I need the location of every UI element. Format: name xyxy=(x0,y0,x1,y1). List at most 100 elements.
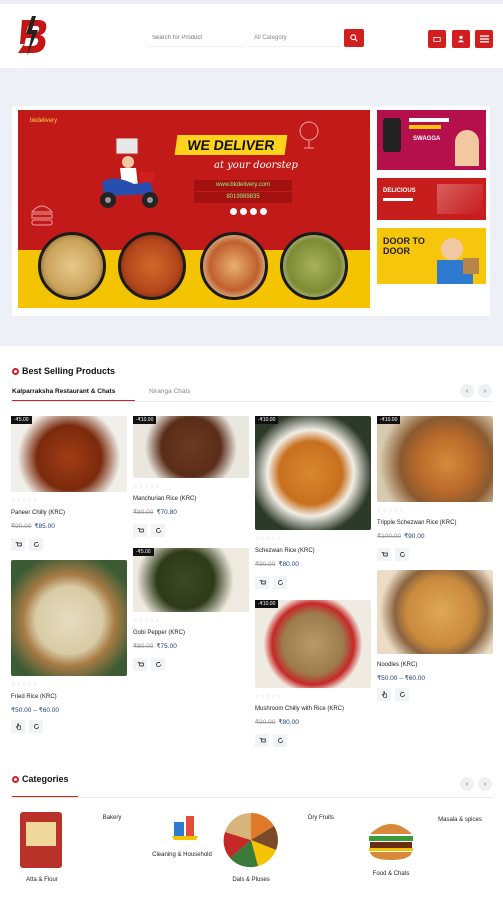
product-image[interactable] xyxy=(133,548,249,612)
product-image[interactable] xyxy=(133,416,249,478)
add-to-cart-button[interactable] xyxy=(11,538,25,551)
site-header: All Category xyxy=(0,0,503,68)
product-name[interactable]: Fried Rice (KRC) xyxy=(11,694,57,700)
categories-prev-button[interactable]: ‹ xyxy=(460,777,474,791)
cart-icon xyxy=(15,541,22,547)
product-image[interactable] xyxy=(11,416,127,492)
discount-badge: -₹10.00 xyxy=(377,416,401,424)
tab-divider xyxy=(10,401,493,402)
category-dry-fruits[interactable]: Dry Fruits xyxy=(291,815,351,821)
cart-button[interactable] xyxy=(428,30,446,48)
banner-brand: bkdelivery xyxy=(30,118,58,124)
categories-title: Categories xyxy=(12,774,69,784)
product-name[interactable]: Noodles (KRC) xyxy=(377,662,417,668)
category-food-chats[interactable]: Food & Chats xyxy=(361,871,421,877)
search-bar: All Category xyxy=(148,29,366,49)
refresh-icon xyxy=(33,541,39,548)
product-actions xyxy=(255,734,287,747)
add-to-cart-button[interactable] xyxy=(377,548,391,561)
burger-doodle-icon xyxy=(30,205,54,226)
facebook-icon[interactable] xyxy=(230,208,237,215)
cart-icon xyxy=(137,527,144,533)
banner-tagline: at your doorstep xyxy=(214,160,298,171)
products-next-button[interactable]: › xyxy=(478,384,492,398)
category-select[interactable]: All Category xyxy=(248,29,342,47)
product-image[interactable] xyxy=(255,600,371,688)
dals-pulses-image[interactable] xyxy=(222,812,280,868)
tab-kalparraksha[interactable]: Kalparraksha Restaurant & Chats xyxy=(12,388,115,395)
compare-button[interactable] xyxy=(151,658,165,671)
product-actions xyxy=(255,576,287,589)
add-to-cart-button[interactable] xyxy=(133,658,147,671)
product-card[interactable]: -₹5.00 ☆☆☆☆☆ Paneer Chilly (KRC) ₹90.00 ₹… xyxy=(11,416,127,556)
compare-button[interactable] xyxy=(29,538,43,551)
product-actions xyxy=(11,720,43,733)
side-banner-2[interactable]: DELICIOUS xyxy=(377,178,486,220)
compare-button[interactable] xyxy=(395,548,409,561)
compare-button[interactable] xyxy=(151,524,165,537)
product-name[interactable]: Gobi Pepper (KRC) xyxy=(133,630,185,636)
section-bullet-icon xyxy=(12,367,19,375)
product-actions xyxy=(133,524,165,537)
add-to-cart-button[interactable] xyxy=(133,524,147,537)
refresh-icon xyxy=(399,551,405,558)
discount-badge: -₹5.00 xyxy=(11,416,32,424)
product-image[interactable] xyxy=(255,416,371,530)
tab-niranga[interactable]: Niranga Chats xyxy=(149,388,191,395)
compare-button[interactable] xyxy=(29,720,43,733)
product-card[interactable]: ☆☆☆☆☆ Noodles (KRC) ₹50.00 – ₹60.00 xyxy=(377,570,493,710)
product-image[interactable] xyxy=(377,570,493,654)
add-to-cart-button[interactable] xyxy=(255,576,269,589)
product-card[interactable]: -₹5.00 ☆☆☆☆☆ Gobi Pepper (KRC) ₹80.00 ₹75… xyxy=(133,548,249,678)
product-image[interactable] xyxy=(377,416,493,502)
discount-badge: -₹10.00 xyxy=(133,416,157,424)
select-options-button[interactable] xyxy=(377,688,391,701)
select-options-button[interactable] xyxy=(11,720,25,733)
cleaning-image[interactable] xyxy=(170,812,200,842)
categories-next-button[interactable]: › xyxy=(478,777,492,791)
product-name[interactable]: Paneer Chilly (KRC) xyxy=(11,510,65,516)
product-card[interactable]: -₹10.00 ☆☆☆☆☆ Schezwan Rice (KRC) ₹90.00… xyxy=(255,416,371,589)
category-cleaning[interactable]: Cleaning & Household xyxy=(152,851,212,860)
search-icon xyxy=(350,34,358,42)
product-card[interactable]: -₹10.00 ☆☆☆☆☆ Manchurian Rice (KRC) ₹80.… xyxy=(133,416,249,546)
product-name[interactable]: Mushroom Chilly with Rice (KRC) xyxy=(255,706,344,712)
account-button[interactable] xyxy=(452,30,470,48)
categories-divider xyxy=(10,797,493,798)
side-banner-3-label: DOOR TO DOOR xyxy=(383,236,425,256)
add-to-cart-button[interactable] xyxy=(255,734,269,747)
refresh-icon xyxy=(399,691,405,698)
atta-flour-image[interactable] xyxy=(20,812,62,868)
product-name[interactable]: Manchurian Rice (KRC) xyxy=(133,496,196,502)
youtube-icon[interactable] xyxy=(260,208,267,215)
product-card[interactable]: -₹10.00 ☆☆☆☆☆ Mushroom Chilly with Rice … xyxy=(255,600,371,750)
product-name[interactable]: Schezwan Rice (KRC) xyxy=(255,548,315,554)
dish-pizza xyxy=(200,232,268,300)
products-prev-button[interactable]: ‹ xyxy=(460,384,474,398)
best-selling-title: Best Selling Products xyxy=(12,366,115,376)
search-button[interactable] xyxy=(344,29,364,47)
category-atta-flour[interactable]: Atta & Flour xyxy=(12,877,72,883)
category-dals-pulses[interactable]: Dals & Pluses xyxy=(221,877,281,883)
category-masala-spices[interactable]: Masala & spices xyxy=(430,815,490,825)
category-bakery[interactable]: Bakery xyxy=(82,815,142,821)
main-banner[interactable]: bkdelivery WE DELIVER at your doorstep w… xyxy=(18,110,370,308)
compare-button[interactable] xyxy=(395,688,409,701)
menu-button[interactable] xyxy=(475,30,493,48)
product-price: ₹90.00 ₹80.00 xyxy=(255,719,299,726)
rating-stars: ☆☆☆☆☆ xyxy=(377,508,405,514)
product-image[interactable] xyxy=(11,560,127,676)
search-input[interactable] xyxy=(148,29,244,47)
compare-button[interactable] xyxy=(273,576,287,589)
instagram-icon[interactable] xyxy=(250,208,257,215)
side-banner-1[interactable]: SWAGGA xyxy=(377,110,486,170)
product-card[interactable]: -₹10.00 ☆☆☆☆☆ Tripple Schezwan Rice (KRC… xyxy=(377,416,493,566)
product-card[interactable]: ☆☆☆☆☆ Fried Rice (KRC) ₹50.00 – ₹60.00 xyxy=(11,560,127,735)
brand-logo[interactable] xyxy=(16,16,50,56)
side-banner-3[interactable]: DOOR TO DOOR xyxy=(377,228,486,284)
compare-button[interactable] xyxy=(273,734,287,747)
product-name[interactable]: Tripple Schezwan Rice (KRC) xyxy=(377,520,456,526)
food-chats-image[interactable] xyxy=(366,814,416,860)
twitter-icon[interactable] xyxy=(240,208,247,215)
product-price: ₹90.00 ₹85.00 xyxy=(11,523,55,530)
